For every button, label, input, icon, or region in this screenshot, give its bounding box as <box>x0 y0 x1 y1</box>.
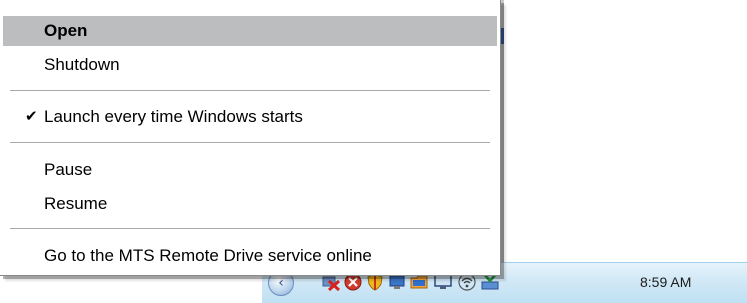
menu-item-label: Resume <box>44 194 108 213</box>
menu-item-shutdown[interactable]: Shutdown <box>3 50 497 80</box>
clock[interactable]: 8:59 AM <box>640 274 691 290</box>
menu-item-go-online[interactable]: Go to the MTS Remote Drive service onlin… <box>3 241 497 271</box>
window-edge <box>501 0 504 262</box>
checkmark-icon: ✔ <box>25 108 38 125</box>
menu-separator <box>10 90 490 92</box>
menu-item-label: Go to the MTS Remote Drive service onlin… <box>44 246 372 265</box>
screen: ‹ 8:59 AM Open Shutdown ✔ Launch every t… <box>0 0 747 303</box>
menu-item-launch-at-startup[interactable]: ✔ Launch every time Windows starts <box>3 102 497 132</box>
menu-item-label: Launch every time Windows starts <box>44 107 303 126</box>
menu-item-label: Shutdown <box>44 55 120 74</box>
menu-item-open[interactable]: Open <box>3 16 497 46</box>
menu-separator <box>10 228 490 230</box>
menu-item-pause[interactable]: Pause <box>3 155 497 185</box>
menu-separator <box>10 142 490 144</box>
menu-item-label: Open <box>44 21 88 40</box>
menu-item-resume[interactable]: Resume <box>3 189 497 219</box>
context-menu: Open Shutdown ✔ Launch every time Window… <box>0 0 501 276</box>
menu-item-label: Pause <box>44 160 93 179</box>
